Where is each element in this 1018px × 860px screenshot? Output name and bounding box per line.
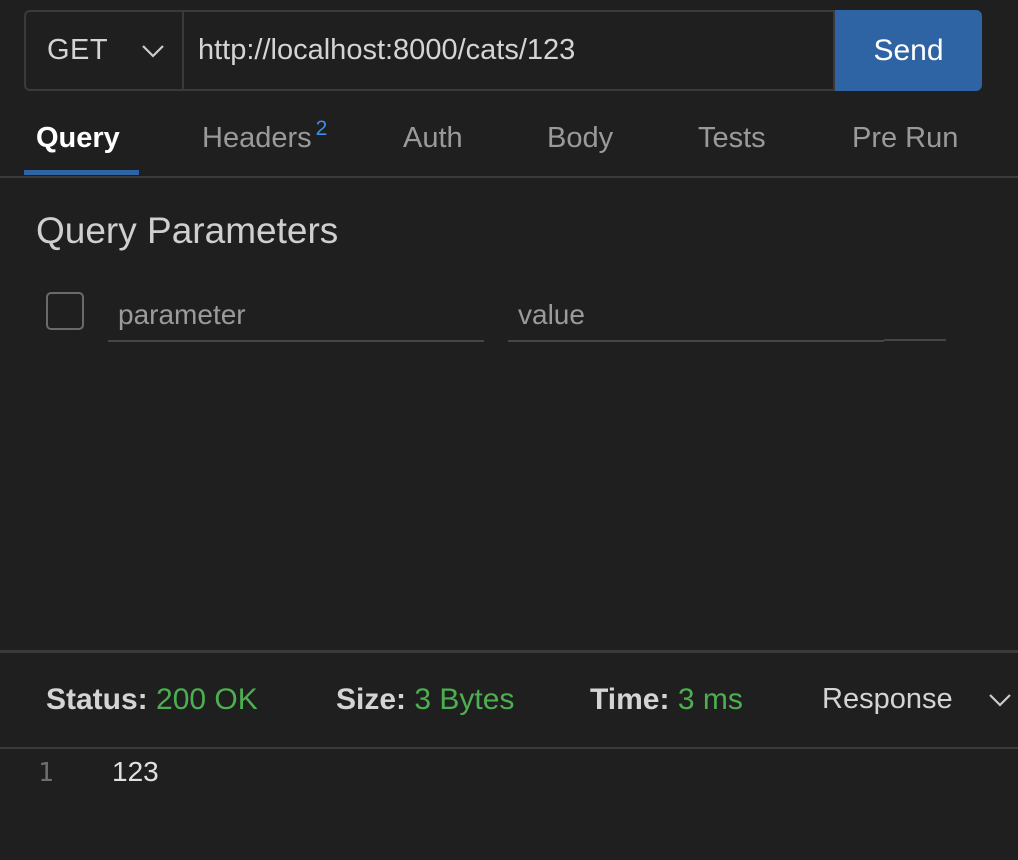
time-label: Time:	[590, 683, 670, 716]
tab-pre-run[interactable]: Pre Run	[852, 122, 958, 155]
response-body-line: 123	[112, 756, 159, 787]
tab-headers-label: Headers	[202, 122, 312, 154]
response-header-divider	[0, 747, 1018, 749]
request-tabs: Query Headers 2 Auth Body Tests Pre Run	[0, 100, 1018, 179]
tab-headers[interactable]: Headers 2	[202, 117, 327, 155]
query-parameters-title: Query Parameters	[36, 210, 339, 251]
active-tab-indicator	[24, 170, 139, 175]
status-value: 200 OK	[156, 683, 258, 716]
tab-auth-label: Auth	[403, 122, 463, 154]
url-input[interactable]: http://localhost:8000/cats/123	[182, 10, 835, 91]
size-stat: Size: 3 Bytes	[336, 683, 514, 717]
tab-query[interactable]: Query	[36, 122, 120, 155]
size-value: 3 Bytes	[414, 683, 515, 716]
tab-body[interactable]: Body	[547, 122, 613, 155]
send-button[interactable]: Send	[835, 10, 982, 91]
rest-client-panel: GET http://localhost:8000/cats/123 Send …	[0, 0, 1018, 860]
time-stat: Time: 3 ms	[590, 683, 743, 717]
headers-count-badge: 2	[315, 117, 328, 140]
tab-body-label: Body	[547, 122, 614, 154]
param-value-input[interactable]: value	[508, 290, 884, 342]
tab-tests[interactable]: Tests	[698, 122, 766, 155]
tab-auth[interactable]: Auth	[403, 122, 463, 155]
status-label: Status:	[46, 683, 148, 716]
method-label: GET	[47, 34, 109, 66]
size-label: Size:	[336, 683, 407, 716]
param-name-input[interactable]: parameter	[108, 290, 484, 342]
param-row-underline	[884, 339, 946, 341]
chevron-down-icon	[142, 45, 164, 58]
line-number: 1	[38, 758, 54, 788]
tab-query-label: Query	[36, 122, 120, 154]
response-view-select[interactable]: Response	[822, 683, 953, 716]
response-status-bar: Status: 200 OK Size: 3 Bytes Time: 3 ms …	[0, 653, 1018, 747]
tab-pre-run-label: Pre Run	[852, 122, 959, 154]
chevron-down-icon[interactable]	[986, 690, 1014, 710]
method-select[interactable]: GET	[24, 10, 182, 91]
param-enable-checkbox[interactable]	[46, 292, 84, 330]
status-stat: Status: 200 OK	[46, 683, 258, 717]
tab-tests-label: Tests	[698, 122, 766, 154]
time-value: 3 ms	[677, 683, 743, 716]
tabs-divider	[0, 176, 1018, 178]
